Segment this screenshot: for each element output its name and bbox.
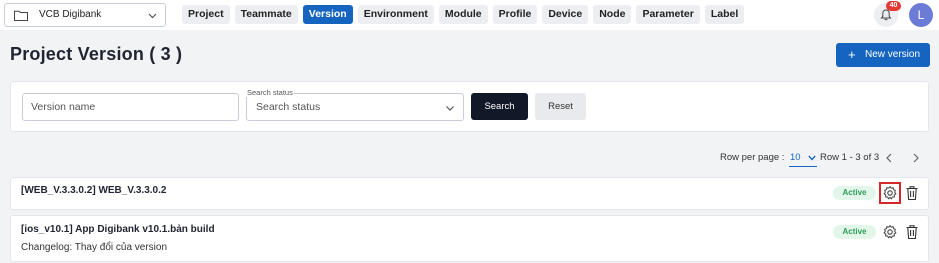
version-card[interactable]: [ios_v10.1] App Digibank v10.1.bản build… bbox=[10, 215, 929, 262]
nav-item-device[interactable]: Device bbox=[542, 5, 589, 24]
project-select[interactable]: VCB Digibank bbox=[4, 3, 166, 27]
status-select-placeholder: Search status bbox=[256, 101, 321, 113]
status-select[interactable]: Search status bbox=[246, 93, 464, 121]
nav-item-project[interactable]: Project bbox=[182, 5, 230, 24]
nav-item-parameter[interactable]: Parameter bbox=[636, 5, 700, 24]
plus-icon: + bbox=[848, 47, 856, 62]
notification-button[interactable]: 40 bbox=[874, 1, 901, 27]
nav-item-module[interactable]: Module bbox=[438, 5, 488, 24]
settings-button[interactable] bbox=[879, 221, 901, 243]
page-title: Project Version ( 3 ) bbox=[10, 44, 183, 64]
top-bar: VCB Digibank Project Teammate Version En… bbox=[0, 0, 939, 30]
version-changelog: Changelog: Thay đổi của version bbox=[21, 242, 168, 253]
rows-per-page-select[interactable]: 10 bbox=[789, 150, 817, 167]
chevron-down-icon bbox=[808, 155, 816, 161]
settings-button[interactable] bbox=[879, 182, 901, 204]
status-badge: Active bbox=[833, 225, 876, 239]
new-version-label: New version bbox=[865, 49, 921, 60]
nav-item-label[interactable]: Label bbox=[704, 5, 745, 24]
project-select-value: VCB Digibank bbox=[39, 9, 102, 20]
rows-per-page-value: 10 bbox=[790, 152, 801, 163]
trash-icon[interactable] bbox=[905, 185, 919, 201]
version-title: [WEB_V.3.3.0.2] WEB_V.3.3.0.2 bbox=[21, 185, 167, 196]
rows-per-page-label: Row per page : bbox=[720, 152, 785, 163]
chevron-right-icon[interactable] bbox=[912, 153, 920, 163]
version-title: [ios_v10.1] App Digibank v10.1.bản build bbox=[21, 224, 215, 235]
filter-panel: Search status Search status Search Reset bbox=[10, 81, 929, 132]
chevron-left-icon[interactable] bbox=[885, 153, 893, 163]
search-button[interactable]: Search bbox=[471, 93, 528, 120]
gear-icon bbox=[883, 186, 897, 200]
notification-badge: 40 bbox=[886, 1, 901, 11]
reset-button[interactable]: Reset bbox=[535, 93, 586, 120]
main-nav: Project Teammate Version Environment Mod… bbox=[182, 5, 749, 24]
new-version-button[interactable]: + New version bbox=[836, 43, 930, 67]
nav-item-profile[interactable]: Profile bbox=[492, 5, 538, 24]
nav-item-version[interactable]: Version bbox=[302, 5, 353, 24]
gear-icon bbox=[883, 225, 897, 239]
folder-icon bbox=[14, 10, 28, 21]
status-select-legend: Search status bbox=[246, 88, 294, 97]
trash-icon[interactable] bbox=[905, 224, 919, 240]
chevron-down-icon bbox=[446, 106, 454, 111]
nav-item-teammate[interactable]: Teammate bbox=[234, 5, 298, 24]
version-name-input[interactable] bbox=[22, 93, 239, 121]
pagination-range: Row 1 - 3 of 3 bbox=[820, 152, 880, 163]
version-card[interactable]: [WEB_V.3.3.0.2] WEB_V.3.3.0.2 Active bbox=[10, 177, 929, 210]
nav-item-node[interactable]: Node bbox=[593, 5, 632, 24]
avatar[interactable]: L bbox=[909, 3, 933, 27]
status-badge: Active bbox=[833, 186, 876, 200]
nav-item-environment[interactable]: Environment bbox=[357, 5, 434, 24]
chevron-down-icon bbox=[148, 13, 157, 19]
